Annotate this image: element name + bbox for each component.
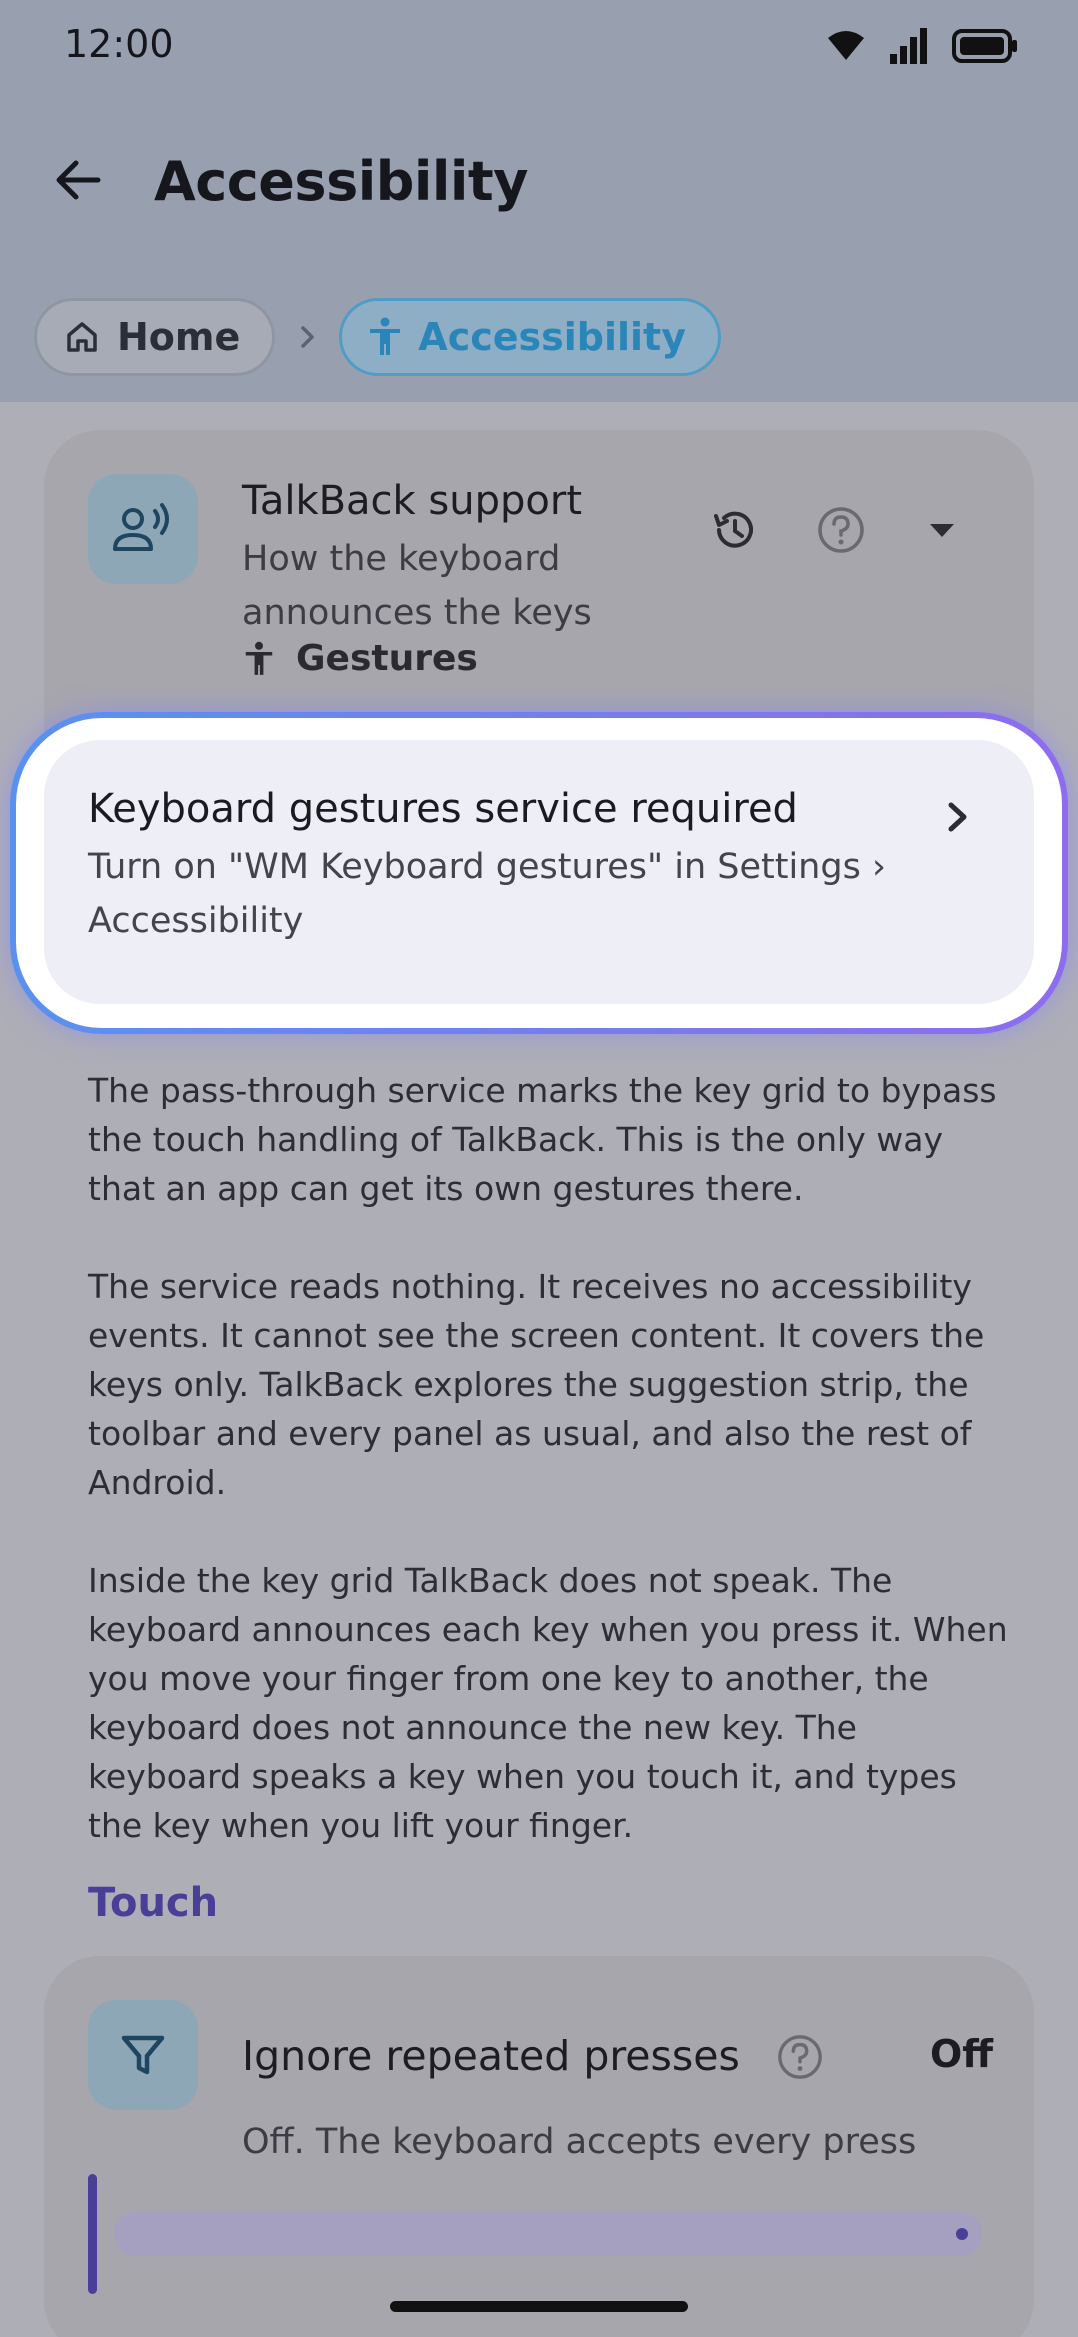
slider-active-marker — [88, 2174, 97, 2294]
service-banner-title: Keyboard gestures service required — [88, 786, 798, 832]
info-paragraph: The service reads nothing. It receives n… — [88, 1267, 985, 1502]
slider-stop-dot — [956, 2228, 968, 2240]
breadcrumb-accessibility-label: Accessibility — [418, 315, 686, 359]
wifi-icon — [826, 30, 866, 62]
service-banner-description: Turn on "WM Keyboard gestures" in Settin… — [88, 847, 886, 941]
ignore-repeated-value: Off — [930, 2032, 994, 2076]
arrow-left-icon — [56, 160, 101, 200]
help-icon[interactable] — [776, 2033, 824, 2081]
signal-icon — [888, 28, 930, 64]
talkback-description: How the keyboard announces the keys — [242, 539, 592, 633]
accessibility-icon — [368, 317, 402, 357]
breadcrumb: Home Accessibility — [34, 298, 721, 376]
breadcrumb-home-chip[interactable]: Home — [34, 298, 276, 376]
talkback-actions — [710, 505, 962, 555]
ignore-repeated-slider[interactable] — [114, 2212, 982, 2256]
ignore-repeated-description: Off. The keyboard accepts every press — [242, 2122, 917, 2162]
status-icons — [826, 28, 1018, 64]
back-button[interactable] — [48, 150, 108, 210]
info-paragraph: Inside the key grid TalkBack does not sp… — [88, 1561, 1008, 1845]
filter-icon — [118, 2030, 168, 2080]
chevron-right-icon[interactable] — [936, 796, 978, 838]
ignore-repeated-title: Ignore repeated presses — [242, 2032, 740, 2080]
page-title: Accessibility — [154, 150, 528, 213]
help-icon[interactable] — [816, 505, 866, 555]
talkback-tag: Gestures — [244, 638, 478, 679]
section-header-touch: Touch — [88, 1880, 219, 1926]
breadcrumb-accessibility-chip[interactable]: Accessibility — [339, 298, 721, 376]
speaking-person-icon — [111, 501, 175, 557]
home-icon — [63, 318, 101, 356]
talkback-icon-box — [88, 474, 198, 584]
chevron-right-icon — [287, 317, 327, 357]
accessibility-icon — [244, 639, 274, 679]
dropdown-arrow-icon[interactable] — [922, 510, 962, 550]
talkback-tag-label: Gestures — [296, 638, 478, 679]
home-indicator[interactable] — [390, 2301, 688, 2312]
talkback-title: TalkBack support — [242, 478, 582, 524]
battery-icon — [952, 29, 1018, 63]
status-time: 12:00 — [64, 22, 174, 66]
ignore-repeated-icon-box — [88, 2000, 198, 2110]
breadcrumb-home-label: Home — [117, 315, 241, 359]
history-icon[interactable] — [710, 505, 760, 555]
info-paragraph: The pass-through service marks the key g… — [88, 1071, 997, 1208]
